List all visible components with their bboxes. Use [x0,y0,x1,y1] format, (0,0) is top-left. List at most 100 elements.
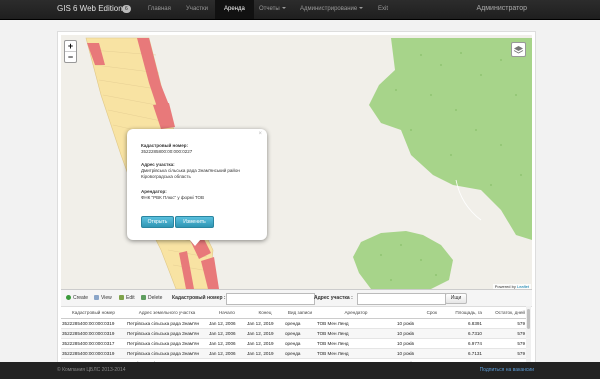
main-panel: + − Powered by Leaflet × Кадастровый ном… [57,31,536,369]
cell-end: Jan 12, 2019 [246,328,284,339]
cell-area: 6.8391 [438,318,483,329]
nav-admin-label: Администрирование [300,6,358,12]
col-days-left[interactable]: Остаток, дней [483,306,526,319]
delete-label: Delete [148,295,163,301]
cell-record-type: оренда [284,318,316,329]
top-navbar: GIS 6 Web Edition 6 Главная Участки Арен… [0,0,600,20]
col-cadastral[interactable]: Кадастровый номер [61,306,126,319]
app-brand[interactable]: GIS 6 Web Edition [57,4,123,13]
cadastral-filter-input[interactable] [226,293,315,305]
version-badge: 6 [122,5,131,13]
cell-address: Петрівська сільська рада Знам'ян [126,328,208,339]
col-term[interactable]: Срок [396,306,438,319]
delete-icon [141,295,146,300]
close-icon[interactable]: × [258,131,262,137]
cell-record-type: оренда [284,328,316,339]
cell-start: Jan 12, 2006 [208,338,246,349]
popup-address-value: Дмитрівська сільська рада Знам'янський р… [141,168,240,179]
create-label: Create [73,295,89,301]
col-area[interactable]: Площадь, га [438,306,483,319]
delete-button[interactable]: Delete [141,295,162,301]
zoom-control: + − [64,40,77,63]
layers-button[interactable] [511,42,526,57]
address-filter-label: Адрес участка : [314,295,353,301]
nav-plots[interactable]: Участки [186,6,208,12]
col-record-type[interactable]: Вид записи [284,306,316,319]
cell-term: 10 років [396,348,438,359]
cell-cadastral: 3522285400:00:000:0317 [61,338,126,349]
scrollbar-thumb[interactable] [527,309,530,329]
chevron-down-icon [359,7,364,10]
nav-lease[interactable]: Аренда [215,0,254,19]
col-address[interactable]: Адрес земельного участка [126,306,208,319]
address-filter-input[interactable] [357,293,446,305]
cell-tenant: ТОВ Мен Ленд [316,328,396,339]
edit-button[interactable]: Edit [119,295,135,301]
parcel-popup: × Кадастровый номер: 3522285800:00:000:0… [127,129,267,240]
zoom-out-button[interactable]: − [65,51,76,62]
popup-edit-button[interactable]: Изменить [175,216,214,228]
cell-area: 6.9774 [438,338,483,349]
zoom-in-button[interactable]: + [65,41,76,51]
table-row[interactable]: 3522285400:00:000:0319 Петрівська сільсь… [61,318,526,329]
popup-address-label: Адрес участка: [141,162,175,167]
edit-label: Edit [126,295,135,301]
grid-toolbar: Create View Edit Delete Кадастровый номе… [61,289,532,307]
col-start[interactable]: Начало [208,306,246,319]
cell-address: Петрівська сільська рада Знам'ян [126,348,208,359]
cell-start: Jan 12, 2006 [208,348,246,359]
cell-area: 6.7310 [438,328,483,339]
document-icon [94,295,99,300]
plus-circle-icon [66,295,71,300]
cell-days-left: 579 [483,338,526,349]
popup-cadastral-label: Кадастровый номер: [141,143,188,148]
cell-start: Jan 12, 2006 [208,328,246,339]
cell-term: 10 років [396,328,438,339]
cadastral-filter-label: Кадастровый номер : [172,295,226,301]
popup-cadastral-value: 3522285800:00:000:0227 [141,149,193,154]
view-label: View [101,295,112,301]
nav-exit[interactable]: Exit [378,6,388,12]
table-row[interactable]: 3522285400:00:000:0319 Петрівська сільсь… [61,348,526,359]
view-button[interactable]: View [94,295,112,301]
popup-tenant-value: ФНК "РВК Плюс" у формі ТОВ [141,195,204,200]
col-end[interactable]: Конец [246,306,284,319]
popup-tenant-label: Арендатор: [141,189,167,194]
cell-days-left: 579 [483,318,526,329]
footer-link[interactable]: Подпиться на вакансии [480,367,534,373]
cell-tenant: ТОВ Мен Ленд [316,338,396,349]
cell-term: 10 років [396,338,438,349]
layers-icon [513,46,524,54]
popup-tip [189,239,201,246]
cell-cadastral: 3522285400:00:000:0319 [61,318,126,329]
cell-record-type: оренда [284,348,316,359]
lease-table: Кадастровый номер Адрес земельного участ… [61,306,526,369]
nav-reports-dropdown[interactable]: Отчеты [259,6,286,12]
table-scrollbar[interactable] [526,306,531,362]
nav-reports-label: Отчеты [259,6,280,12]
chevron-down-icon [281,7,286,10]
cell-record-type: оренда [284,338,316,349]
cell-end: Jan 12, 2019 [246,348,284,359]
table-row[interactable]: 3522285400:00:000:0317 Петрівська сільсь… [61,338,526,349]
pencil-icon [119,295,124,300]
cell-days-left: 579 [483,328,526,339]
nav-admin-dropdown[interactable]: Администрирование [300,6,364,12]
nav-home[interactable]: Главная [148,6,171,12]
map-view[interactable]: + − Powered by Leaflet × Кадастровый ном… [61,35,532,289]
create-button[interactable]: Create [66,295,88,301]
footer-copyright: © Компания ЦБЛС 2013-2014 [57,367,126,373]
current-user[interactable]: Администратор [476,5,527,12]
cell-term: 10 років [396,318,438,329]
col-tenant[interactable]: Арендатор [316,306,396,319]
cell-address: Петрівська сільська рада Знам'ян [126,318,208,329]
cell-end: Jan 12, 2019 [246,338,284,349]
cell-address: Петрівська сільська рада Знам'ян [126,338,208,349]
table-header-row: Кадастровый номер Адрес земельного участ… [61,306,526,319]
table-row[interactable]: 3522285400:00:000:0319 Петрівська сільсь… [61,328,526,339]
cell-cadastral: 3522285400:00:000:0319 [61,348,126,359]
find-button[interactable]: Ищи [445,293,467,304]
popup-open-button[interactable]: Открыть [141,216,174,228]
cell-days-left: 579 [483,348,526,359]
cell-end: Jan 12, 2019 [246,318,284,329]
